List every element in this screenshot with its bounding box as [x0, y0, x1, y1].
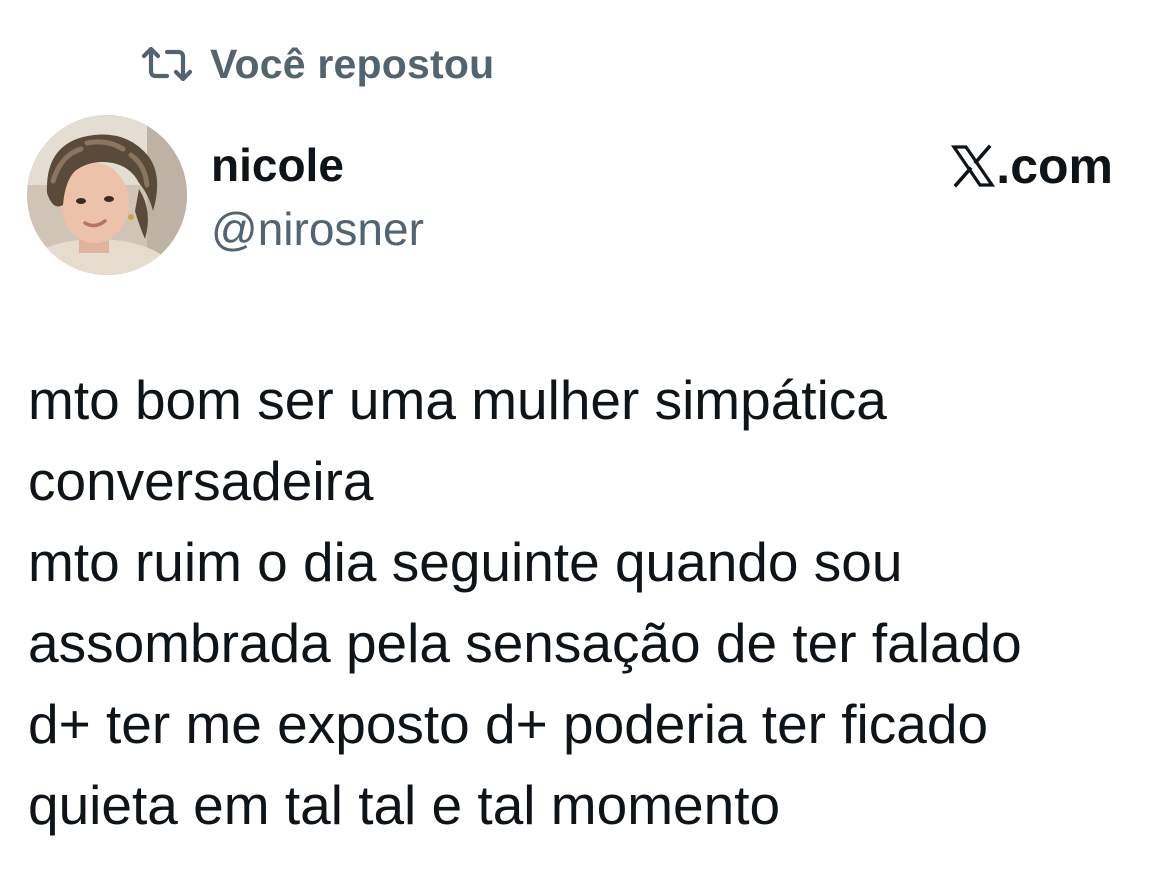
tweet-line: mto ruim o dia seguinte quando sou [28, 531, 903, 593]
repost-icon [141, 46, 193, 82]
profile-photo [27, 115, 187, 275]
author-handle[interactable]: @nirosner [211, 200, 424, 258]
x-logo-icon [951, 144, 996, 188]
repost-label: Você repostou [210, 40, 495, 87]
tweet-line: d+ ter me exposto d+ poderia ter ficado [28, 693, 989, 755]
tweet-text: mto bom ser uma mulher simpática convers… [28, 360, 1138, 846]
repost-indicator: Você repostou [140, 38, 494, 90]
tweet-line: assombrada pela sensação de ter falado [28, 612, 1022, 674]
tweet-line: quieta em tal tal e tal momento [28, 774, 781, 836]
avatar[interactable] [27, 115, 187, 275]
author-display-name[interactable]: nicole [211, 136, 344, 194]
tweet-line: conversadeira [28, 450, 374, 512]
brand-domain: .com [996, 138, 1113, 194]
tweet-line: mto bom ser uma mulher simpática [28, 369, 887, 431]
brand-watermark: .com [951, 136, 1113, 196]
